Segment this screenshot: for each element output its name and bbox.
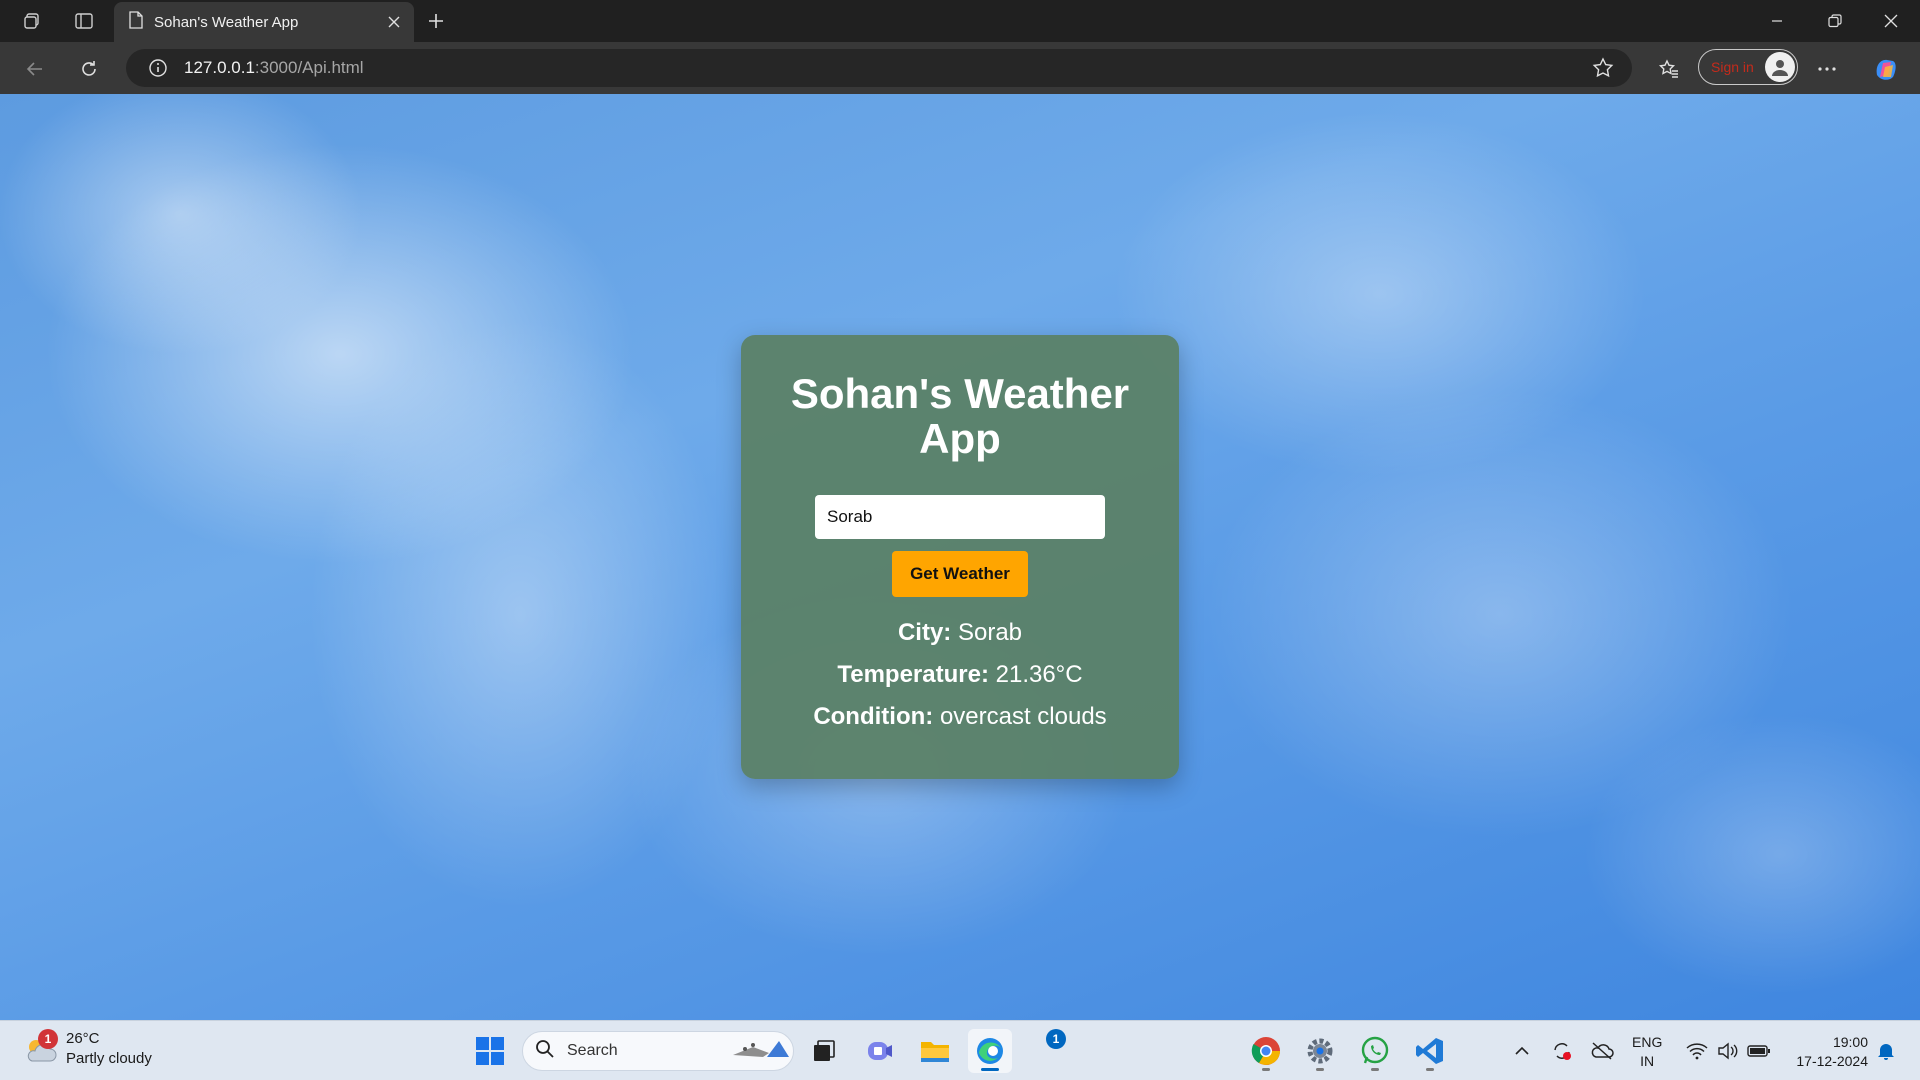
edge-browser-icon[interactable]	[968, 1029, 1012, 1073]
site-info-icon[interactable]	[140, 58, 176, 78]
city-input[interactable]	[815, 495, 1105, 539]
cloud-off-icon[interactable]	[1588, 1037, 1616, 1065]
city-label: City:	[897, 619, 952, 646]
tab-title: Sohan's Weather App	[154, 13, 299, 31]
sign-in-button[interactable]: Sign in	[1698, 49, 1798, 85]
refresh-icon[interactable]	[72, 52, 106, 86]
city-value: Sorab	[957, 619, 1023, 646]
weather-badge: 1	[38, 1029, 58, 1049]
clock-date: 17-12-2024	[1796, 1053, 1868, 1069]
browser-toolbar: 127.0.0.1:3000/Api.html Sign in	[0, 42, 1920, 94]
region-code: IN	[1640, 1053, 1655, 1069]
minimize-icon[interactable]	[1748, 0, 1806, 42]
partly-cloudy-icon: 1	[22, 1029, 58, 1067]
language-indicator[interactable]: ENG IN	[1632, 1033, 1662, 1071]
clock-time: 19:00	[1832, 1034, 1868, 1050]
condition-label: Condition:	[813, 703, 934, 730]
favorite-star-icon[interactable]	[1592, 57, 1614, 84]
copilot-icon[interactable]	[1868, 52, 1902, 86]
wifi-icon[interactable]	[1683, 1037, 1711, 1065]
task-view-button[interactable]	[801, 1029, 845, 1073]
url-text: 127.0.0.1:3000/Api.html	[184, 58, 364, 78]
language-code: ENG	[1632, 1034, 1663, 1050]
temperature-value: 21.36°C	[995, 661, 1083, 688]
volume-icon[interactable]	[1714, 1037, 1742, 1065]
search-highlight-icon	[729, 1035, 793, 1068]
profile-avatar-icon	[1765, 52, 1795, 82]
weather-desc: Partly cloudy	[66, 1050, 152, 1067]
teams-badge: 1	[1046, 1029, 1066, 1049]
weather-temp: 26°C	[66, 1030, 100, 1047]
taskbar-search[interactable]: Search	[522, 1031, 794, 1071]
weather-card: Sohan's Weather App Get Weather City: So…	[741, 335, 1179, 779]
workspaces-icon[interactable]	[16, 6, 48, 36]
page-icon	[128, 10, 144, 34]
app-title: Sohan's Weather App	[790, 370, 1130, 462]
vertical-tabs-icon[interactable]	[68, 6, 100, 36]
back-icon[interactable]	[18, 52, 52, 86]
favorites-icon[interactable]	[1652, 52, 1686, 86]
search-icon	[535, 1039, 555, 1064]
url-host: 127.0.0.1	[184, 58, 255, 77]
restore-icon[interactable]	[1806, 0, 1864, 42]
weather-widget[interactable]: 1 26°C Partly cloudy	[22, 1029, 152, 1069]
running-indicator	[1262, 1068, 1270, 1071]
temperature-line: Temperature: 21.36°C	[741, 661, 1179, 689]
page-background: Sohan's Weather App Get Weather City: So…	[0, 94, 1920, 1020]
system-clock[interactable]: 19:00 17-12-2024	[1784, 1033, 1868, 1071]
condition-value: overcast clouds	[939, 703, 1107, 730]
running-indicator	[1371, 1068, 1379, 1071]
condition-line: Condition: overcast clouds	[741, 703, 1179, 731]
whatsapp-icon[interactable]	[1353, 1029, 1397, 1073]
get-weather-button[interactable]: Get Weather	[892, 551, 1028, 597]
file-explorer-icon[interactable]	[913, 1029, 957, 1073]
title-bar: Sohan's Weather App	[0, 0, 1920, 42]
sign-in-label: Sign in	[1711, 59, 1754, 75]
taskbar: 1 26°C Partly cloudy Search 1 ENG IN 19:…	[0, 1020, 1920, 1080]
vscode-icon[interactable]	[1408, 1029, 1452, 1073]
temperature-label: Temperature:	[837, 661, 989, 688]
running-indicator	[1426, 1068, 1434, 1071]
show-hidden-icons-icon[interactable]	[1508, 1037, 1536, 1065]
teams-icon[interactable]	[858, 1029, 902, 1073]
running-indicator	[1316, 1068, 1324, 1071]
settings-icon[interactable]	[1298, 1029, 1342, 1073]
close-window-icon[interactable]	[1862, 0, 1920, 42]
sync-icon[interactable]	[1548, 1037, 1576, 1065]
new-tab-button[interactable]	[420, 6, 452, 36]
browser-tab[interactable]: Sohan's Weather App	[114, 2, 414, 42]
url-path: :3000/Api.html	[254, 58, 364, 77]
battery-icon[interactable]	[1745, 1037, 1773, 1065]
close-tab-icon[interactable]	[380, 8, 408, 36]
start-button[interactable]	[468, 1029, 512, 1073]
active-indicator	[981, 1068, 999, 1071]
more-options-icon[interactable]	[1810, 52, 1844, 86]
search-label: Search	[567, 1042, 618, 1059]
notification-bell-icon[interactable]	[1872, 1037, 1900, 1065]
address-bar[interactable]: 127.0.0.1:3000/Api.html	[126, 49, 1632, 87]
chrome-icon[interactable]	[1244, 1029, 1288, 1073]
city-line: City: Sorab	[741, 619, 1179, 647]
